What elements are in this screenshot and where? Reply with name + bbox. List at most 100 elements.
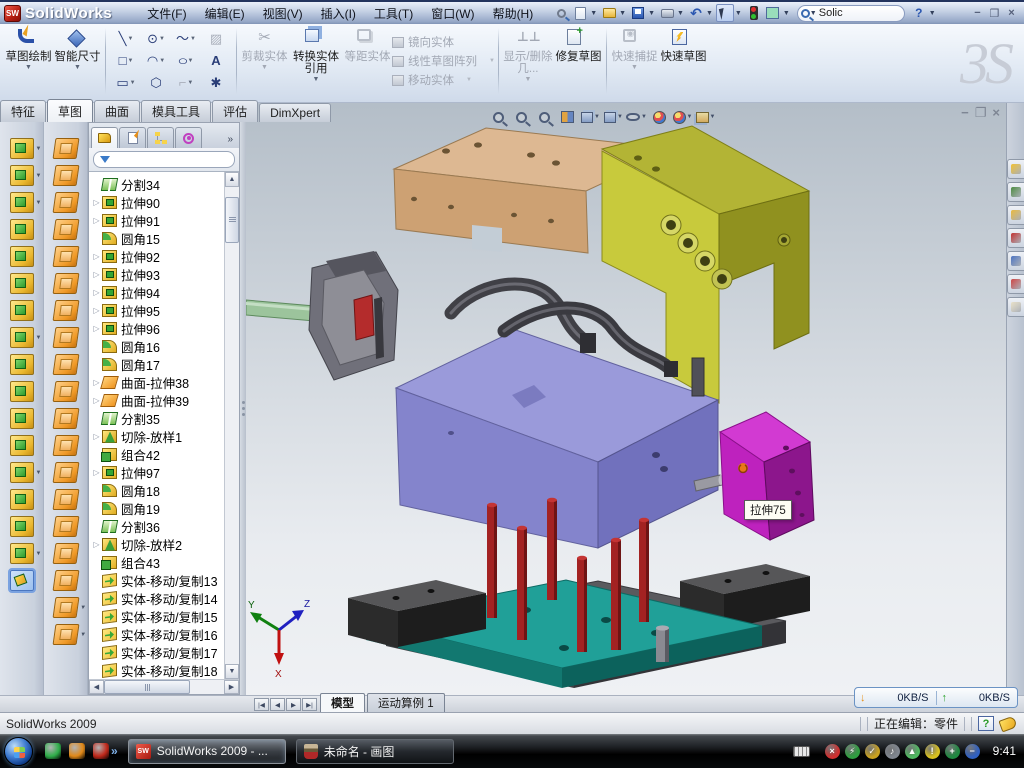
taskbar-task-paint[interactable]: 未命名 - 画图 bbox=[296, 739, 454, 764]
tab-sketch[interactable]: 草图 bbox=[47, 99, 93, 122]
side-insert[interactable] bbox=[720, 412, 814, 540]
tree-item[interactable]: ▷拉伸97 bbox=[91, 463, 224, 481]
revolved-surface-icon[interactable] bbox=[52, 165, 79, 186]
split-icon[interactable] bbox=[10, 381, 34, 402]
menu-insert[interactable]: 插入(I) bbox=[312, 2, 365, 25]
tooling-split-icon[interactable] bbox=[52, 570, 79, 591]
expand-arrow-icon[interactable]: ▷ bbox=[91, 306, 102, 315]
defender-shield-icon[interactable]: + bbox=[945, 744, 960, 759]
graphics-viewport[interactable]: Y Z X ▼▼▼▼▼ − ❐ × 拉伸75 bbox=[246, 103, 1006, 695]
repair-sketch-button[interactable]: 修复草图 bbox=[554, 26, 603, 96]
tree-item[interactable]: 实体-移动/复制14 bbox=[91, 589, 224, 607]
rapid-sketch-button[interactable]: 快速草图 bbox=[659, 26, 708, 96]
tree-item[interactable]: ▷拉伸90 bbox=[91, 193, 224, 211]
tree-item[interactable]: ▷曲面-拉伸38 bbox=[91, 373, 224, 391]
zoom-to-area-icon[interactable] bbox=[511, 106, 532, 128]
tree-vertical-scrollbar[interactable]: ▲ ▼ bbox=[224, 172, 239, 679]
reference-geometry-icon[interactable] bbox=[10, 489, 34, 510]
polygon-tool[interactable]: ⬡ bbox=[141, 72, 171, 94]
zoom-to-fit-icon[interactable] bbox=[488, 106, 509, 128]
tree-item[interactable]: ▷切除-放样1 bbox=[91, 427, 224, 445]
composite-curve-icon[interactable] bbox=[10, 516, 34, 537]
view-palette-tab[interactable] bbox=[1007, 251, 1024, 271]
line-tool[interactable]: ╲▼ bbox=[111, 28, 141, 50]
tree-item[interactable]: 圆角18 bbox=[91, 481, 224, 499]
motion-study-tab[interactable]: 运动算例 1 bbox=[367, 693, 445, 712]
tab-dimxpert[interactable]: DimXpert bbox=[259, 103, 331, 122]
hide-show-items-icon[interactable]: ▼ bbox=[626, 106, 647, 128]
horizontal-scroll-thumb[interactable] bbox=[104, 680, 190, 694]
tree-item[interactable]: ▷切除-放样2 bbox=[91, 535, 224, 553]
media-player-icon[interactable] bbox=[69, 743, 85, 759]
convert-entities-button[interactable]: 转换实体引用▼ bbox=[289, 26, 343, 96]
extend-surface-icon[interactable] bbox=[52, 381, 79, 402]
expand-arrow-icon[interactable]: ▷ bbox=[91, 270, 102, 279]
tree-item[interactable]: 圆角19 bbox=[91, 499, 224, 517]
delete-face-icon[interactable] bbox=[52, 435, 79, 456]
doc-minimize-button[interactable]: − bbox=[961, 105, 969, 121]
fillet-icon[interactable]: ▼ bbox=[10, 192, 34, 213]
core-icon[interactable]: ▼ bbox=[52, 597, 79, 618]
tree-item[interactable]: 组合42 bbox=[91, 445, 224, 463]
last-tab-button[interactable]: ▶| bbox=[302, 698, 317, 711]
messenger-icon[interactable] bbox=[45, 743, 61, 759]
untrim-surface-icon[interactable] bbox=[52, 462, 79, 483]
shut-off-surface-icon[interactable] bbox=[52, 516, 79, 537]
sketch-draw-button[interactable]: 草图绘制▼ bbox=[4, 26, 53, 96]
print-button[interactable] bbox=[658, 4, 676, 22]
antivirus-shield-icon[interactable]: ⚡ bbox=[845, 744, 860, 759]
edit-appearance-icon[interactable] bbox=[649, 106, 670, 128]
guide-pin[interactable] bbox=[656, 625, 669, 662]
draft-icon[interactable] bbox=[10, 273, 34, 294]
move-entities-button[interactable]: 移动实体▼ bbox=[392, 72, 495, 88]
first-tab-button[interactable]: |◀ bbox=[254, 698, 269, 711]
knit-surface-icon[interactable] bbox=[52, 327, 79, 348]
minimize-button[interactable]: − bbox=[969, 6, 986, 21]
undo-button[interactable]: ↶ bbox=[687, 4, 705, 22]
extruded-surface-icon[interactable] bbox=[52, 192, 79, 213]
quick-snaps-button[interactable]: 快速捕捉▼ bbox=[610, 26, 659, 96]
menu-window[interactable]: 窗口(W) bbox=[422, 2, 483, 25]
tree-item[interactable]: 分割36 bbox=[91, 517, 224, 535]
mirror-entities-button[interactable]: 镜向实体 bbox=[392, 34, 495, 50]
tree-item[interactable]: 组合43 bbox=[91, 553, 224, 571]
tree-item[interactable]: 圆角17 bbox=[91, 355, 224, 373]
restore-button[interactable]: ❐ bbox=[986, 6, 1003, 21]
view-orientation-icon[interactable]: ▼ bbox=[580, 106, 601, 128]
linear-pattern-icon[interactable]: ▼ bbox=[10, 327, 34, 348]
model-3d-view[interactable]: Y Z X bbox=[246, 103, 1006, 695]
featuremanager-tab[interactable] bbox=[91, 127, 118, 148]
tree-item[interactable]: 实体-移动/复制18 bbox=[91, 661, 224, 679]
linear-sketch-pattern-button[interactable]: 线性草图阵列▼ bbox=[392, 53, 495, 69]
network-warning-icon[interactable]: ! bbox=[925, 744, 940, 759]
tree-item[interactable]: 圆角15 bbox=[91, 229, 224, 247]
tree-item[interactable]: ▷曲面-拉伸39 bbox=[91, 391, 224, 409]
spline-tool-icon[interactable]: ▼ bbox=[10, 543, 34, 564]
expand-arrow-icon[interactable]: ▷ bbox=[91, 468, 102, 477]
mold-spline-icon[interactable]: ▼ bbox=[52, 624, 79, 645]
extruded-cut-icon[interactable]: ▼ bbox=[10, 165, 34, 186]
offset-surface-icon[interactable] bbox=[52, 354, 79, 375]
file-explorer-tab[interactable] bbox=[1007, 205, 1024, 225]
tree-item[interactable]: 实体-移动/复制17 bbox=[91, 643, 224, 661]
point-tool[interactable]: ✱ bbox=[201, 72, 231, 94]
model-tab[interactable]: 模型 bbox=[320, 693, 365, 712]
search-box[interactable]: ▼ bbox=[797, 5, 905, 22]
tree-item[interactable]: 实体-移动/复制15 bbox=[91, 607, 224, 625]
windows-update-icon[interactable]: ✓ bbox=[865, 744, 880, 759]
parting-surface-icon[interactable] bbox=[52, 543, 79, 564]
tag-icon[interactable] bbox=[998, 715, 1017, 732]
circle-tool[interactable]: ⊙▼ bbox=[141, 28, 171, 50]
menu-help[interactable]: 帮助(H) bbox=[484, 2, 543, 25]
chamfer-icon[interactable] bbox=[10, 219, 34, 240]
section-view-icon[interactable] bbox=[557, 106, 578, 128]
scroll-down-button[interactable]: ▼ bbox=[225, 664, 239, 679]
select-button[interactable] bbox=[716, 4, 734, 22]
fm-overflow-chevron[interactable]: » bbox=[223, 134, 237, 148]
trim-surface-icon[interactable] bbox=[52, 408, 79, 429]
appearances-scenes-tab[interactable] bbox=[1007, 274, 1024, 294]
close-button[interactable]: × bbox=[1003, 6, 1020, 21]
trim-entities-button[interactable]: ✂ 剪裁实体▼ bbox=[240, 26, 289, 96]
new-document-button[interactable] bbox=[571, 4, 589, 22]
parting-line-icon[interactable] bbox=[52, 489, 79, 510]
